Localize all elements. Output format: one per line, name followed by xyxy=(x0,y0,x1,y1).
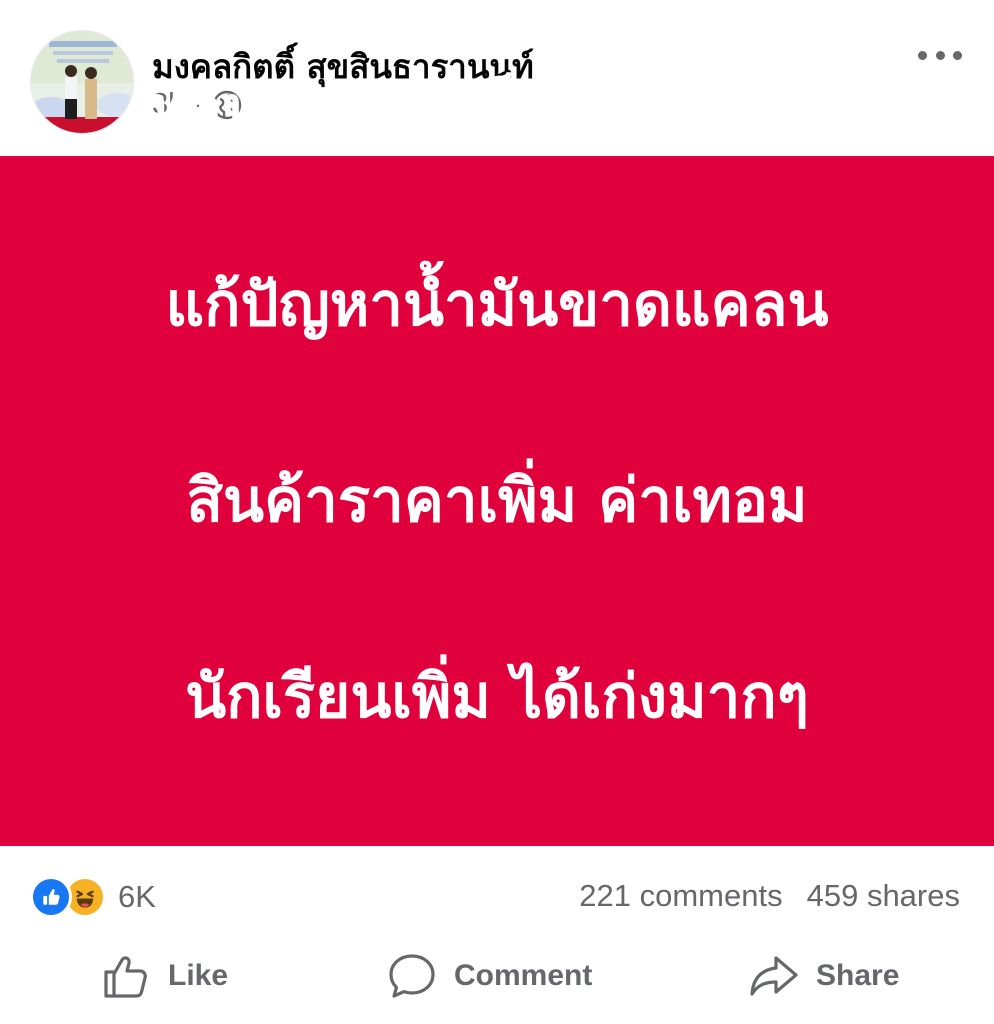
thumbs-up-icon xyxy=(104,956,147,998)
post-text-line: นักเรียนเพิ่ม ได้เก่งมากๆ xyxy=(185,662,809,732)
post-actions: Like Comment Share xyxy=(0,940,994,1012)
facebook-post: มงคลกิตติ์ สุขสินธารานนท์ 3h · ท่าน อนุท… xyxy=(0,0,994,1024)
share-arrow-icon xyxy=(750,956,798,996)
post-content[interactable]: ท่าน อนุทิน เป็นคน D มาก แก้ปัญหาน้ำมันข… xyxy=(0,74,994,928)
post-text-line: แก้ปัญหาน้ำมันขาดแคลน xyxy=(165,270,829,340)
post-text-line: ท่าน อนุทิน เป็นคน D มาก xyxy=(149,74,845,144)
post-text-line: สินค้าราคาเพิ่ม ค่าเทอม xyxy=(186,466,808,536)
share-label: Share xyxy=(816,959,900,992)
engagement-counts: 221 comments 459 shares xyxy=(579,878,960,914)
reaction-count: 6K xyxy=(118,879,156,914)
post-stats: 6K 221 comments 459 shares xyxy=(0,868,994,928)
comment-bubble-icon xyxy=(389,954,435,998)
more-dot xyxy=(953,50,962,60)
comment-button[interactable]: Comment xyxy=(386,940,592,1012)
like-label: Like xyxy=(168,959,229,992)
comment-label: Comment xyxy=(454,959,593,992)
reactions-summary[interactable]: 6K xyxy=(30,876,156,918)
comments-count[interactable]: 221 comments xyxy=(579,878,782,914)
share-button[interactable]: Share xyxy=(748,940,899,1012)
shares-count[interactable]: 459 shares xyxy=(807,878,960,914)
like-button[interactable]: Like xyxy=(100,940,228,1012)
like-reaction-icon xyxy=(30,876,72,918)
